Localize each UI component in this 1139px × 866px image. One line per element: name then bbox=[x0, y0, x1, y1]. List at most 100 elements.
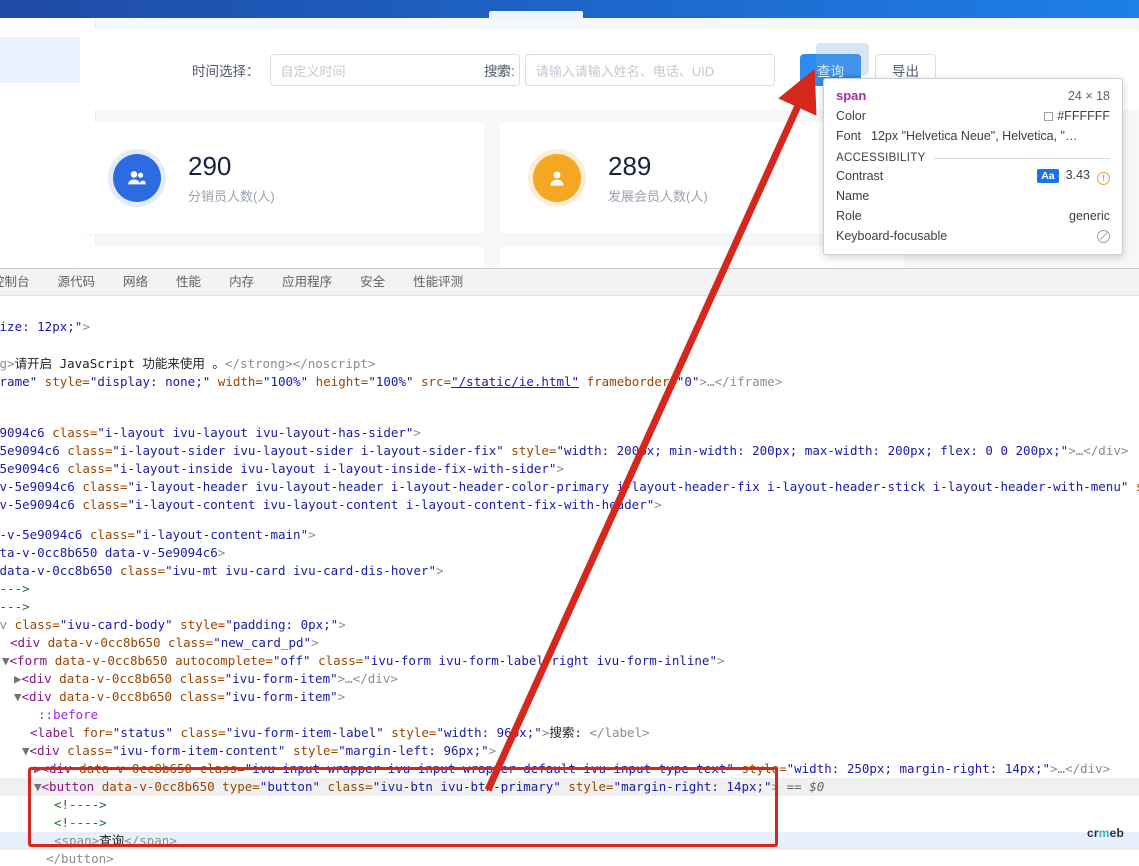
code-token: data-v-0cc8b650 bbox=[71, 761, 193, 776]
dom-code-line[interactable]: -5e9094c6 class="i-layout-sider ivu-layo… bbox=[0, 442, 1128, 461]
code-token: 搜索: bbox=[549, 725, 590, 740]
code-token: for= bbox=[75, 725, 113, 740]
dom-code-line[interactable]: ::before bbox=[38, 706, 98, 725]
code-token: "ivu-form-item-label" bbox=[225, 725, 384, 740]
code-token: a-v-5e9094c6 bbox=[0, 527, 90, 542]
code-token: "width: 250px; margin-right: 14px;" bbox=[786, 761, 1051, 776]
code-token: <div bbox=[41, 761, 72, 776]
code-token: <div bbox=[21, 689, 52, 704]
watermark-part-b: m bbox=[1098, 826, 1110, 840]
code-token: class= bbox=[173, 725, 226, 740]
tooltip-role-value: generic bbox=[1069, 209, 1110, 223]
code-token: style= bbox=[560, 779, 614, 794]
tooltip-name-row: Name bbox=[836, 186, 1110, 206]
stat-icon-ring bbox=[108, 149, 166, 207]
tooltip-font-row: Font 12px "Helvetica Neue", Helvetica, "… bbox=[836, 126, 1110, 146]
dom-code-line[interactable]: <label for="status" class="ivu-form-item… bbox=[30, 724, 650, 743]
code-token: > bbox=[217, 545, 226, 560]
code-token: class= bbox=[59, 743, 113, 758]
dom-code-line[interactable]: frame" style="display: none;" width="100… bbox=[0, 373, 782, 392]
code-token: size: 12px; bbox=[0, 319, 75, 334]
tooltip-color-row: Color #FFFFFF bbox=[836, 106, 1110, 126]
watermark-part-a: cr bbox=[1087, 826, 1099, 840]
code-token: class= bbox=[119, 563, 166, 578]
code-token: class= bbox=[192, 761, 245, 776]
dom-code-line[interactable]: ata-v-0cc8b650 data-v-5e9094c6> bbox=[0, 544, 225, 563]
dom-code-line[interactable]: a-v-5e9094c6 class="i-layout-content-mai… bbox=[0, 526, 316, 545]
code-token: "ivu-form-item" bbox=[224, 689, 338, 704]
code-token: "ivu-btn ivu-btn-primary" bbox=[372, 779, 561, 794]
dom-code-line[interactable]: ▶<div data-v-0cc8b650 class="ivu-form-it… bbox=[14, 670, 398, 689]
code-token: "button" bbox=[259, 779, 321, 794]
dom-code-line[interactable]: iv class="ivu-card-body" style="padding:… bbox=[0, 616, 346, 635]
code-token: ata-v-0cc8b650 data-v-5e9094c6 bbox=[0, 545, 218, 560]
dom-code-line[interactable]: size: 12px;"> bbox=[0, 318, 90, 337]
dom-code-line[interactable]: data-v-0cc8b650 class="ivu-mt ivu-card i… bbox=[0, 562, 444, 581]
dom-code-line[interactable]: ▼<div class="ivu-form-item-content" styl… bbox=[22, 742, 496, 761]
dom-code-line[interactable]: ----> bbox=[0, 598, 30, 617]
dom-code-line[interactable]: <span>查询</span> bbox=[54, 832, 177, 851]
code-token: ng> bbox=[0, 356, 15, 371]
code-token: "status" bbox=[112, 725, 174, 740]
dom-code-line[interactable]: ▼<button data-v-0cc8b650 type="button" c… bbox=[34, 778, 824, 797]
tab-sources[interactable]: 源代码 bbox=[44, 269, 110, 296]
dom-code-line[interactable]: ▼<form data-v-0cc8b650 autocomplete="off… bbox=[2, 652, 725, 671]
stat-card-distributors: 290 分销员人数(人) bbox=[80, 122, 484, 234]
code-token: width= bbox=[210, 374, 263, 389]
tab-security[interactable]: 安全 bbox=[346, 269, 399, 296]
tab-performance[interactable]: 性能 bbox=[162, 269, 215, 296]
dom-code-line[interactable]: e9094c6 class="i-layout ivu-layout ivu-l… bbox=[0, 424, 421, 443]
code-token: > bbox=[413, 425, 421, 440]
code-token: height= bbox=[308, 374, 369, 389]
screenshot-root: 时间选择： 自定义时间 搜索: 请输入请输入姓名、电话、UID 查询 导出 29… bbox=[0, 0, 1139, 866]
dom-code-line[interactable]: </button> bbox=[46, 850, 114, 866]
code-token: <div bbox=[10, 635, 41, 650]
code-token: "width: 200px; min-width: 200px; max-wid… bbox=[556, 443, 1069, 458]
search-input[interactable]: 请输入请输入姓名、电话、UID bbox=[524, 54, 775, 86]
code-token: > bbox=[717, 653, 725, 668]
code-token: -v-5e9094c6 bbox=[0, 497, 83, 512]
not-allowed-icon bbox=[1097, 229, 1110, 243]
code-token: > bbox=[337, 689, 346, 704]
code-token: class= bbox=[67, 461, 113, 476]
code-token: class= bbox=[172, 689, 225, 704]
code-token: class= bbox=[89, 527, 135, 542]
tab-memory[interactable]: 内存 bbox=[215, 269, 268, 296]
code-token: == $0 bbox=[779, 779, 825, 794]
tab-network[interactable]: 网络 bbox=[109, 269, 162, 296]
tooltip-color-value: #FFFFFF bbox=[1057, 109, 1110, 123]
code-token: style= bbox=[733, 761, 787, 776]
dom-code-line[interactable]: <!----> bbox=[54, 796, 107, 815]
code-token: "ivu-form ivu-form-label-right ivu-form-… bbox=[363, 653, 717, 668]
warning-icon: ! bbox=[1097, 172, 1110, 185]
tab-application[interactable]: 应用程序 bbox=[268, 269, 346, 296]
dom-code-line[interactable]: ▶<div data-v-0cc8b650 class="ivu-input-w… bbox=[34, 760, 1110, 779]
dom-code-line[interactable]: ng>请开启 JavaScript 功能来使用 。</strong></nosc… bbox=[0, 355, 375, 374]
code-token: </label> bbox=[589, 725, 650, 740]
time-select-label: 时间选择： bbox=[192, 64, 260, 79]
code-token: <button bbox=[41, 779, 95, 794]
time-range-input[interactable]: 自定义时间 bbox=[269, 54, 520, 86]
code-token: >…</iframe> bbox=[699, 374, 783, 389]
code-token: <div bbox=[29, 743, 60, 758]
tooltip-font-label: Font bbox=[836, 129, 862, 143]
dom-code-line[interactable]: -5e9094c6 class="i-layout-inside ivu-lay… bbox=[0, 460, 564, 479]
code-token: "margin-right: 14px;" bbox=[613, 779, 772, 794]
dom-code-line[interactable]: ▼<div data-v-0cc8b650 class="ivu-form-it… bbox=[14, 688, 345, 707]
dom-code-line[interactable]: <div data-v-0cc8b650 class="new_card_pd"… bbox=[10, 634, 319, 653]
tab-lighthouse[interactable]: 性能评测 bbox=[399, 269, 477, 296]
tab-console[interactable]: 控制台 bbox=[0, 269, 44, 296]
code-token: >…</div> bbox=[1068, 443, 1129, 458]
dom-tree-view[interactable]: size: 12px;"> ng>请开启 JavaScript 功能来使用 。</… bbox=[0, 296, 1139, 866]
code-token: style= bbox=[1128, 479, 1139, 494]
code-token: <label bbox=[30, 725, 76, 740]
dom-code-line[interactable]: -v-5e9094c6 class="i-layout-header ivu-l… bbox=[0, 478, 1139, 497]
code-token: <div bbox=[21, 671, 52, 686]
dom-code-line[interactable]: ----> bbox=[0, 580, 30, 599]
code-token: <form bbox=[9, 653, 48, 668]
code-token: > bbox=[82, 319, 90, 334]
code-token: type= bbox=[214, 779, 260, 794]
dom-code-line[interactable]: -v-5e9094c6 class="i-layout-content ivu-… bbox=[0, 496, 662, 515]
dom-code-line[interactable]: <!----> bbox=[54, 814, 107, 833]
code-token: data-v-0cc8b650 bbox=[51, 671, 173, 686]
